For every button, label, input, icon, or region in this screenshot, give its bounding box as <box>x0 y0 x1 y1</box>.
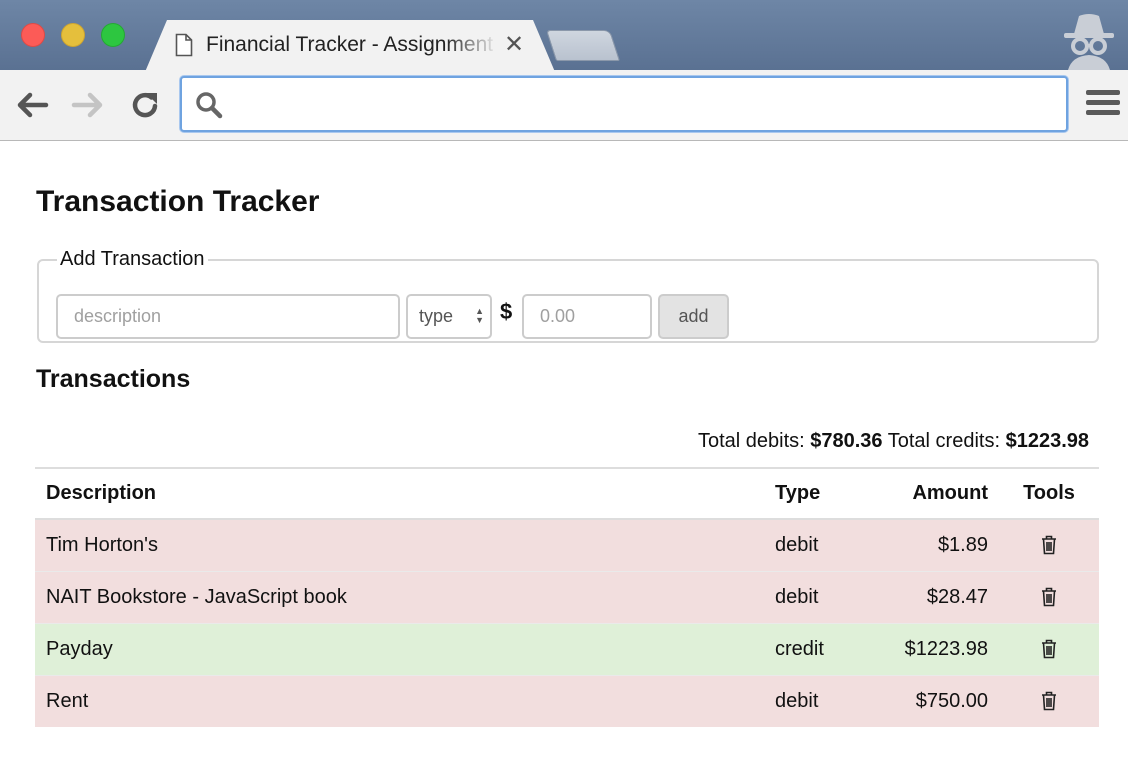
new-tab-button[interactable] <box>545 30 621 61</box>
select-arrows-icon: ▲ ▼ <box>475 306 484 325</box>
total-credits-value: $1223.98 <box>1005 430 1089 452</box>
row-type: debit <box>764 570 869 623</box>
header-amount: Amount <box>912 482 988 504</box>
description-field <box>56 294 400 339</box>
address-input[interactable] <box>234 86 1054 122</box>
trash-icon[interactable] <box>1041 691 1057 711</box>
amount-field <box>522 294 652 339</box>
table-row: Payday credit $1223.98 <box>35 622 1099 675</box>
add-transaction-form: Add Transaction type ▲▼ $ add <box>37 248 1099 343</box>
header-type: Type <box>775 482 821 504</box>
browser-toolbar <box>0 70 1128 141</box>
page-title: Transaction Tracker <box>36 185 320 218</box>
row-amount: $28.47 <box>869 570 999 623</box>
close-tab-icon[interactable]: ✕ <box>504 33 524 57</box>
total-debits-value: $780.36 <box>810 430 883 452</box>
search-icon <box>196 92 223 119</box>
transactions-heading: Transactions <box>36 365 191 393</box>
header-description: Description <box>46 482 157 504</box>
address-bar[interactable] <box>180 76 1068 132</box>
row-description: NAIT Bookstore - JavaScript book <box>35 570 764 623</box>
table-header-row: Description Type Amount Tools <box>35 468 1099 519</box>
description-input[interactable] <box>58 296 398 337</box>
type-select-value: type <box>419 306 454 326</box>
back-button[interactable] <box>14 89 50 121</box>
trash-icon[interactable] <box>1041 535 1057 555</box>
add-button[interactable]: add <box>658 294 729 339</box>
total-debits-label: Total debits: <box>697 430 805 452</box>
row-tools <box>999 518 1099 571</box>
row-description: Payday <box>35 622 764 675</box>
row-tools <box>999 570 1099 623</box>
trash-icon[interactable] <box>1041 587 1057 607</box>
reload-button[interactable] <box>127 89 163 121</box>
row-tools <box>999 674 1099 727</box>
header-tools: Tools <box>1023 482 1075 504</box>
browser-titlebar: Financial Tracker - Assignment ✕ <box>0 0 1128 72</box>
row-amount: $750.00 <box>869 674 999 727</box>
row-description: Tim Horton's <box>35 518 764 571</box>
row-description: Rent <box>35 674 764 727</box>
row-type: credit <box>764 622 869 675</box>
row-amount: $1.89 <box>869 518 999 571</box>
amount-input[interactable] <box>524 296 650 337</box>
row-amount: $1223.98 <box>869 622 999 675</box>
totals-summary: Total debits: $780.36 Total credits: $12… <box>698 430 1089 453</box>
zoom-window-button[interactable] <box>101 23 125 47</box>
close-window-button[interactable] <box>21 23 45 47</box>
back-arrow-icon <box>17 92 49 118</box>
row-type: debit <box>764 518 869 571</box>
document-icon <box>175 33 193 57</box>
table-row: Rent debit $750.00 <box>35 674 1099 727</box>
tab-title: Financial Tracker - Assignment <box>206 33 494 56</box>
transactions-table: Description Type Amount Tools Tim Horton… <box>35 467 1099 727</box>
total-credits-label: Total credits: <box>887 430 1001 452</box>
currency-symbol: $ <box>500 299 513 324</box>
trash-icon[interactable] <box>1041 639 1057 659</box>
table-row: Tim Horton's debit $1.89 <box>35 518 1099 571</box>
hamburger-menu-icon[interactable] <box>1086 90 1120 120</box>
table-row: NAIT Bookstore - JavaScript book debit $… <box>35 570 1099 623</box>
forward-arrow-icon <box>71 92 103 118</box>
browser-tab-active[interactable]: Financial Tracker - Assignment ✕ <box>145 20 555 72</box>
incognito-icon <box>1064 14 1114 70</box>
row-tools <box>999 622 1099 675</box>
type-select[interactable]: type ▲ ▼ <box>406 294 492 339</box>
forward-button[interactable] <box>70 89 106 121</box>
reload-icon <box>132 92 158 118</box>
row-type: debit <box>764 674 869 727</box>
minimize-window-button[interactable] <box>61 23 85 47</box>
form-legend: Add Transaction <box>60 248 205 270</box>
